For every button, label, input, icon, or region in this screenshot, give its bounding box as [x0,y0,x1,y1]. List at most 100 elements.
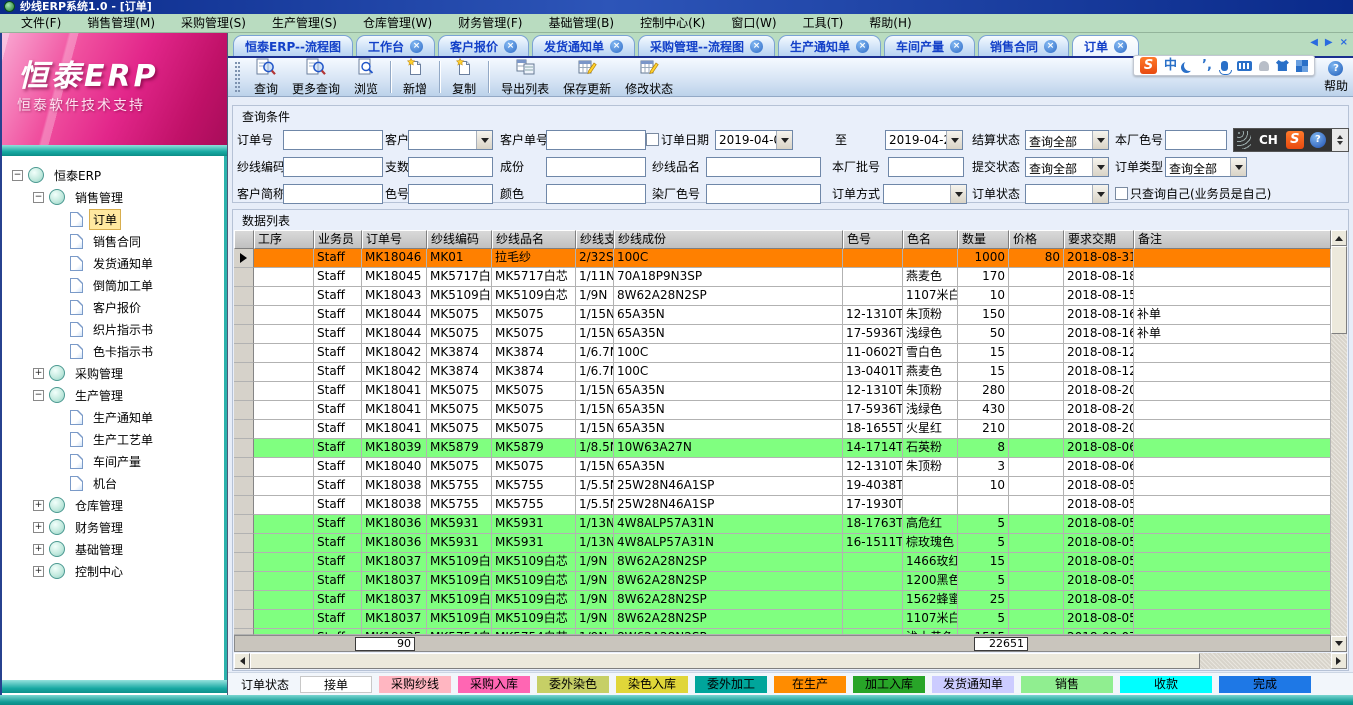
ime-grip-icon[interactable] [1237,131,1251,149]
row-selector[interactable] [234,439,254,458]
fullwidth-moon-icon[interactable] [1184,60,1195,71]
query-input-色号[interactable] [408,184,493,204]
order-row-17[interactable]: StaffMK18037MK5109白芯MK5109白芯1/9N8W62A28N… [234,553,1347,572]
tab-close-icon[interactable]: × [950,40,963,53]
order-row-20[interactable]: StaffMK18037MK5109白芯MK5109白芯1/9N8W62A28N… [234,610,1347,629]
vertical-scrollbar[interactable] [1331,230,1347,652]
query-input-纱线品名[interactable] [706,157,821,177]
collapse-minus-icon[interactable]: − [33,390,44,401]
menu-item-9[interactable]: 窗口(W) [718,14,789,32]
tree-item-机台[interactable]: 机台 [2,472,224,494]
dropdown-arrow-icon[interactable] [950,185,966,203]
query-input-成份[interactable] [546,157,646,177]
ime-menu-icon[interactable] [1296,60,1308,72]
tree-item-生产管理[interactable]: −生产管理 [2,384,224,406]
query-select-客户[interactable] [408,130,493,150]
row-selector[interactable] [234,306,254,325]
tree-item-生产通知单[interactable]: 生产通知单 [2,406,224,428]
expand-plus-icon[interactable]: + [33,522,44,533]
order-row-13[interactable]: StaffMK18038MK5755MK57551/5.5N25W28N46A1… [234,477,1347,496]
tab-5[interactable]: 采购管理--流程图× [638,35,775,56]
collapse-minus-icon[interactable]: − [12,170,23,181]
row-selector[interactable] [234,344,254,363]
profile-icon[interactable] [1259,61,1269,71]
row-selector[interactable] [234,591,254,610]
toolbar-button-3[interactable]: 浏览 [347,58,385,96]
column-header-要求交期[interactable]: 要求交期 [1064,230,1134,249]
order-row-2[interactable]: StaffMK18045MK5717白芯MK5717白芯1/11N70A18P9… [234,268,1347,287]
menu-item-10[interactable]: 工具(T) [790,14,857,32]
row-selector[interactable] [234,287,254,306]
menu-item-5[interactable]: 仓库管理(W) [350,14,445,32]
order-row-7[interactable]: StaffMK18042MK3874MK38741/6.7N100C13-040… [234,363,1347,382]
keyboard-icon[interactable] [1237,61,1252,71]
query-input-支数[interactable] [408,157,493,177]
expand-plus-icon[interactable]: + [33,500,44,511]
order-row-9[interactable]: StaffMK18041MK5075MK50751/15N65A35N17-59… [234,401,1347,420]
column-header-业务员[interactable]: 业务员 [314,230,362,249]
dropdown-arrow-icon[interactable] [1230,158,1246,176]
expand-plus-icon[interactable]: + [33,566,44,577]
column-header-订单号[interactable]: 订单号 [362,230,427,249]
tab-close-icon[interactable]: × [610,40,623,53]
order-row-10[interactable]: StaffMK18041MK5075MK50751/15N65A35N18-16… [234,420,1347,439]
expand-plus-icon[interactable]: + [33,544,44,555]
query-input-本厂色号[interactable] [1165,130,1227,150]
column-header-色名[interactable]: 色名 [903,230,958,249]
tree-item-销售合同[interactable]: 销售合同 [2,230,224,252]
skin-icon[interactable] [1276,60,1289,71]
toolbar-button-8[interactable]: 修改状态 [618,58,680,96]
order-row-5[interactable]: StaffMK18044MK5075MK50751/15N65A35N17-59… [234,325,1347,344]
row-selector[interactable] [234,534,254,553]
tree-item-色卡指示书[interactable]: 色卡指示书 [2,340,224,362]
toolbar-button-2[interactable]: 更多查询 [285,58,347,96]
self-only-checkbox[interactable] [1115,187,1128,200]
column-header-selector[interactable] [234,230,254,249]
row-selector[interactable] [234,477,254,496]
order-row-11[interactable]: StaffMK18039MK5879MK58791/8.5N10W63A27N1… [234,439,1347,458]
tab-8[interactable]: 销售合同× [978,35,1069,56]
tab-close-icon[interactable]: × [856,40,869,53]
scroll-right-icon[interactable] [1331,653,1347,669]
tree-item-财务管理[interactable]: +财务管理 [2,516,224,538]
order-date-checkbox[interactable] [646,133,659,146]
tree-item-倒筒加工单[interactable]: 倒筒加工单 [2,274,224,296]
query-input-订单号[interactable] [283,130,383,150]
row-selector[interactable] [234,610,254,629]
column-header-价格[interactable]: 价格 [1009,230,1064,249]
row-selector[interactable] [234,553,254,572]
menu-item-2[interactable]: 销售管理(M) [74,14,168,32]
tab-scroll-left-icon[interactable]: ◀ [1310,37,1318,48]
tree-item-采购管理[interactable]: +采购管理 [2,362,224,384]
tree-item-基础管理[interactable]: +基础管理 [2,538,224,560]
horizontal-scrollbar[interactable] [234,653,1347,669]
tree-item-恒泰ERP[interactable]: −恒泰ERP [2,164,224,186]
tab-close-icon[interactable]: × [1044,40,1057,53]
tab-1[interactable]: 恒泰ERP--流程图 [233,35,353,56]
order-row-15[interactable]: StaffMK18036MK5931MK59311/13N4W8ALP57A31… [234,515,1347,534]
menu-item-11[interactable]: 帮助(H) [856,14,924,32]
query-select-至[interactable]: 2019-04-24 [885,130,963,150]
collapse-minus-icon[interactable]: − [33,192,44,203]
row-selector[interactable] [234,363,254,382]
tree-item-车间产量[interactable]: 车间产量 [2,450,224,472]
menu-item-7[interactable]: 基础管理(B) [535,14,627,32]
query-input-纱线编码[interactable] [283,157,383,177]
row-selector[interactable] [234,382,254,401]
toolbar-grip-icon[interactable] [235,62,240,92]
tree-item-生产工艺单[interactable]: 生产工艺单 [2,428,224,450]
sogou-logo-icon[interactable]: S [1140,57,1157,74]
ime-help-icon[interactable]: ? [1310,132,1326,148]
scroll-down-icon[interactable] [1331,636,1347,652]
tab-close-icon[interactable]: × [504,40,517,53]
row-selector[interactable] [234,401,254,420]
query-select-结算状态[interactable]: 查询全部 [1025,130,1109,150]
tab-4[interactable]: 发货通知单× [532,35,635,56]
tree-item-控制中心[interactable]: +控制中心 [2,560,224,582]
column-header-工序[interactable]: 工序 [254,230,314,249]
punctuation-icon[interactable]: ’, [1202,57,1212,74]
query-select-订单方式[interactable] [883,184,967,204]
tree-item-织片指示书[interactable]: 织片指示书 [2,318,224,340]
query-select-订单日期[interactable]: 2019-04-09 [715,130,793,150]
tree-item-客户报价[interactable]: 客户报价 [2,296,224,318]
